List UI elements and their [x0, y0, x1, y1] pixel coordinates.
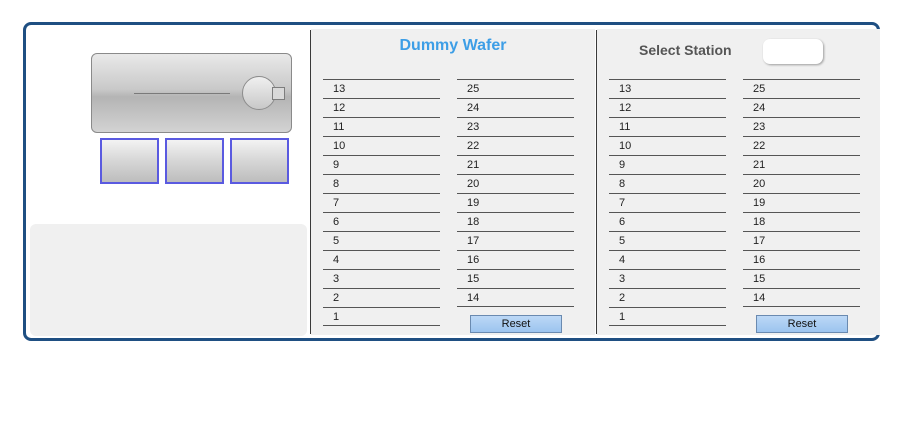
list-item[interactable]: 23: [743, 117, 860, 136]
list-item[interactable]: 19: [743, 193, 860, 212]
list-item[interactable]: 16: [457, 250, 574, 269]
list-item[interactable]: 14: [457, 288, 574, 307]
list-item[interactable]: 14: [743, 288, 860, 307]
dummy-wafer-title: Dummy Wafer: [399, 37, 507, 54]
list-item[interactable]: 1: [609, 307, 726, 326]
main-frame: Dummy Wafer 13 12 11 10 9 8 7 6 5 4 3 2 …: [23, 22, 880, 341]
list-item[interactable]: 12: [609, 98, 726, 117]
station-panel: Select Station 13 12 11 10 9 8 7 6 5 4 3…: [597, 29, 880, 335]
station-reset-button[interactable]: Reset: [756, 315, 848, 333]
station-right-list: 25 24 23 22 21 20 19 18 17 16 15 14: [743, 79, 860, 307]
list-item[interactable]: 22: [457, 136, 574, 155]
list-item[interactable]: 3: [323, 269, 440, 288]
dummy-wafer-reset-button[interactable]: Reset: [470, 315, 562, 333]
list-item[interactable]: 13: [323, 79, 440, 98]
list-item[interactable]: 10: [609, 136, 726, 155]
slot-3[interactable]: [230, 138, 289, 184]
dummy-wafer-panel: Dummy Wafer 13 12 11 10 9 8 7 6 5 4 3 2 …: [311, 29, 595, 335]
device-square-icon: [272, 87, 285, 100]
dummy-wafer-left-list: 13 12 11 10 9 8 7 6 5 4 3 2 1: [323, 79, 440, 326]
list-item[interactable]: 15: [743, 269, 860, 288]
list-item[interactable]: 25: [457, 79, 574, 98]
list-item[interactable]: 22: [743, 136, 860, 155]
device-line: [134, 93, 230, 94]
list-item[interactable]: 5: [323, 231, 440, 250]
station-left-list: 13 12 11 10 9 8 7 6 5 4 3 2 1: [609, 79, 726, 326]
slot-1[interactable]: [100, 138, 159, 184]
list-item[interactable]: 10: [323, 136, 440, 155]
slot-2[interactable]: [165, 138, 224, 184]
list-item[interactable]: 24: [743, 98, 860, 117]
list-item[interactable]: 16: [743, 250, 860, 269]
device-circle-icon: [242, 76, 276, 110]
select-station-label: Select Station: [639, 42, 732, 58]
list-item[interactable]: 12: [323, 98, 440, 117]
list-item[interactable]: 23: [457, 117, 574, 136]
list-item[interactable]: 20: [457, 174, 574, 193]
list-item[interactable]: 21: [743, 155, 860, 174]
list-item[interactable]: 11: [323, 117, 440, 136]
list-item[interactable]: 17: [457, 231, 574, 250]
list-item[interactable]: 8: [609, 174, 726, 193]
list-item[interactable]: 11: [609, 117, 726, 136]
list-item[interactable]: 5: [609, 231, 726, 250]
list-item[interactable]: 18: [457, 212, 574, 231]
list-item[interactable]: 9: [609, 155, 726, 174]
list-item[interactable]: 3: [609, 269, 726, 288]
list-item[interactable]: 7: [323, 193, 440, 212]
list-item[interactable]: 15: [457, 269, 574, 288]
list-item[interactable]: 6: [323, 212, 440, 231]
list-item[interactable]: 18: [743, 212, 860, 231]
list-item[interactable]: 25: [743, 79, 860, 98]
list-item[interactable]: 13: [609, 79, 726, 98]
station-select-button[interactable]: [763, 39, 823, 64]
list-item[interactable]: 4: [609, 250, 726, 269]
list-item[interactable]: 2: [323, 288, 440, 307]
equipment-panel: [26, 25, 310, 338]
list-item[interactable]: 1: [323, 307, 440, 326]
list-item[interactable]: 2: [609, 288, 726, 307]
list-item[interactable]: 4: [323, 250, 440, 269]
list-item[interactable]: 6: [609, 212, 726, 231]
list-item[interactable]: 9: [323, 155, 440, 174]
list-item[interactable]: 20: [743, 174, 860, 193]
list-item[interactable]: 21: [457, 155, 574, 174]
dummy-wafer-right-list: 25 24 23 22 21 20 19 18 17 16 15 14: [457, 79, 574, 307]
list-item[interactable]: 24: [457, 98, 574, 117]
list-item[interactable]: 7: [609, 193, 726, 212]
device-body[interactable]: [91, 53, 292, 133]
list-item[interactable]: 17: [743, 231, 860, 250]
info-box: [30, 224, 307, 336]
list-item[interactable]: 19: [457, 193, 574, 212]
list-item[interactable]: 8: [323, 174, 440, 193]
